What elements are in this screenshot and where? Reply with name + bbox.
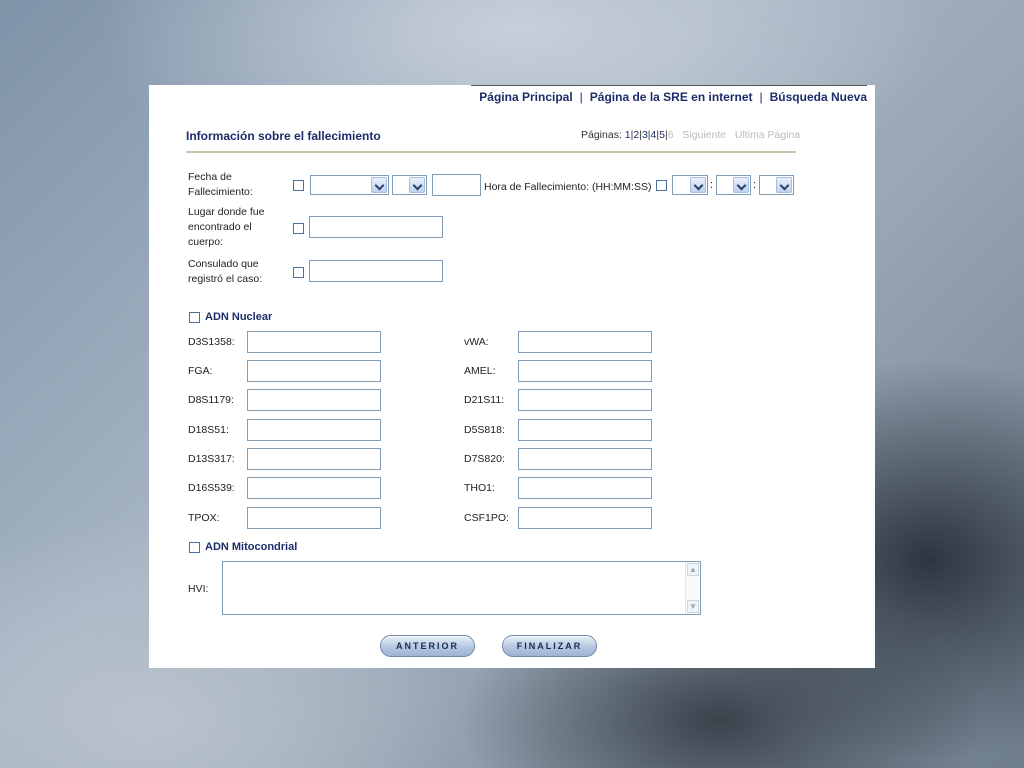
place-input[interactable] [309, 216, 443, 238]
death-time-checkbox[interactable] [656, 180, 667, 191]
death-date-label: Fecha de Fallecimiento: [188, 170, 253, 200]
top-navigation: Página Principal | Página de la SRE en i… [471, 85, 867, 107]
form-panel: Página Principal | Página de la SRE en i… [149, 85, 875, 668]
consulate-label-line: Consulado que [188, 258, 259, 270]
dna-input-vwa[interactable] [518, 331, 652, 353]
death-date-label-line: Fallecimiento: [188, 186, 253, 198]
consulate-checkbox[interactable] [293, 267, 304, 278]
scroll-up-icon[interactable]: ▲ [687, 563, 699, 576]
chevron-down-icon [371, 177, 387, 193]
pagination-last: Ultima Página [734, 129, 801, 141]
dna-label-d18s51: D18S51: [188, 424, 229, 436]
dna-label-d7s820: D7S820: [464, 453, 505, 465]
dna-input-amel[interactable] [518, 360, 652, 382]
dna-label-tpox: TPOX: [188, 512, 220, 524]
place-label-line: encontrado el [188, 221, 252, 233]
time-colon: : [710, 179, 714, 191]
dna-input-fga[interactable] [247, 360, 381, 382]
dna-input-d21s11[interactable] [518, 389, 652, 411]
textarea-scrollbar[interactable]: ▲ ▼ [685, 562, 700, 614]
dna-label-d3s1358: D3S1358: [188, 336, 235, 348]
nav-new-search-link[interactable]: Búsqueda Nueva [770, 90, 867, 104]
chevron-down-icon [409, 177, 425, 193]
dna-input-d18s51[interactable] [247, 419, 381, 441]
dna-label-vwa: vWA: [464, 336, 489, 348]
time-colon: : [753, 179, 757, 191]
dna-input-d16s539[interactable] [247, 477, 381, 499]
dna-input-d13s317[interactable] [247, 448, 381, 470]
dna-input-csf1po[interactable] [518, 507, 652, 529]
dna-nuclear-title: ADN Nuclear [205, 311, 273, 323]
pagination-label: Páginas: [581, 129, 622, 141]
place-label-line: Lugar donde fue [188, 206, 265, 218]
dna-input-tpox[interactable] [247, 507, 381, 529]
consulate-label: Consulado que registró el caso: [188, 257, 262, 287]
consulate-label-line: registró el caso: [188, 273, 263, 285]
dna-input-d8s1179[interactable] [247, 389, 381, 411]
chevron-down-icon [690, 177, 706, 193]
death-time-label: Hora de Fallecimiento: (HH:MM:SS) [484, 181, 652, 193]
title-divider [186, 151, 796, 153]
death-minute-select[interactable] [716, 175, 751, 195]
dna-label-d8s1179: D8S1179: [188, 394, 234, 406]
nav-home-link[interactable]: Página Principal [479, 90, 572, 104]
previous-button[interactable]: ANTERIOR [380, 635, 475, 657]
death-hour-select[interactable] [672, 175, 708, 195]
page-current-6: 6 [667, 129, 674, 141]
dna-label-amel: AMEL: [464, 365, 496, 377]
dna-input-d7s820[interactable] [518, 448, 652, 470]
place-label-line: cuerpo: [188, 236, 224, 248]
nav-sre-link[interactable]: Página de la SRE en internet [590, 90, 753, 104]
dna-input-tho1[interactable] [518, 477, 652, 499]
death-date-checkbox[interactable] [293, 180, 304, 191]
chevron-down-icon [776, 177, 792, 193]
dna-input-d5s818[interactable] [518, 419, 652, 441]
dna-mito-checkbox[interactable] [189, 542, 200, 553]
section-title: Información sobre el fallecimiento [186, 129, 381, 143]
death-day-select[interactable] [310, 175, 389, 195]
scroll-down-icon[interactable]: ▼ [687, 600, 699, 613]
nav-separator: | [759, 89, 763, 104]
dna-label-csf1po: CSF1PO: [464, 512, 509, 524]
dna-label-d13s317: D13S317: [188, 453, 235, 465]
dna-nuclear-checkbox[interactable] [189, 312, 200, 323]
finish-button[interactable]: FINALIZAR [502, 635, 597, 657]
death-date-label-line: Fecha de [188, 171, 232, 183]
death-year-input[interactable] [432, 174, 481, 196]
death-month-select[interactable] [392, 175, 427, 195]
pagination: Páginas: 1|2|3|4|5|6 Siguiente Ultima Pá… [581, 129, 800, 141]
dna-label-fga: FGA: [188, 365, 213, 377]
dna-label-tho1: THO1: [464, 482, 495, 494]
place-label: Lugar donde fue encontrado el cuerpo: [188, 205, 264, 250]
nav-separator: | [579, 89, 583, 104]
pagination-next: Siguiente [682, 129, 727, 141]
dna-label-d16s539: D16S539: [188, 482, 235, 494]
dna-input-d3s1358[interactable] [247, 331, 381, 353]
dna-mito-title: ADN Mitocondrial [205, 541, 298, 553]
place-checkbox[interactable] [293, 223, 304, 234]
chevron-down-icon [733, 177, 749, 193]
death-second-select[interactable] [759, 175, 794, 195]
dna-label-d21s11: D21S11: [464, 394, 505, 406]
consulate-input[interactable] [309, 260, 443, 282]
hvi-textarea[interactable]: ▲ ▼ [222, 561, 701, 615]
dna-label-d5s818: D5S818: [464, 424, 505, 436]
hvi-label: HVI: [188, 583, 209, 595]
